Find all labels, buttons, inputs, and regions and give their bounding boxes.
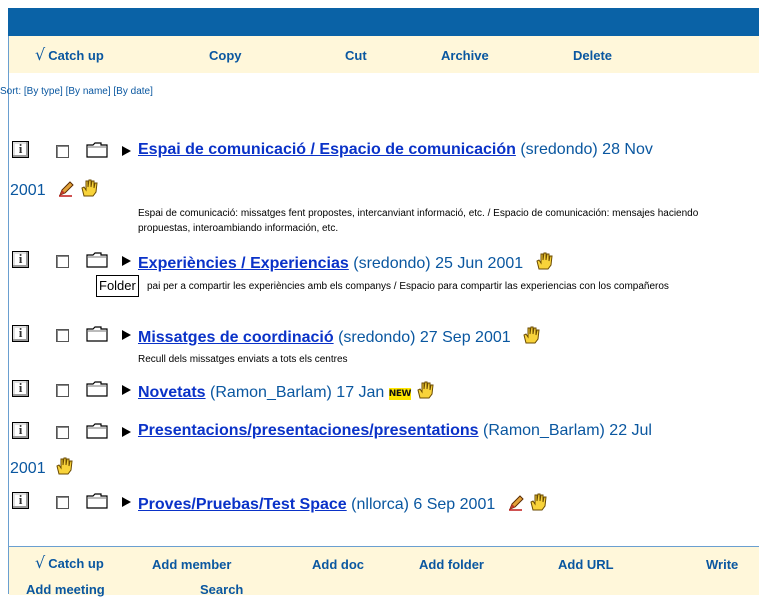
item-meta: (Ramon_Barlam) 22 Jul (483, 422, 652, 439)
triangle-right-icon[interactable] (122, 256, 131, 266)
item-meta: (Ramon_Barlam) 17 Jan (210, 384, 385, 401)
info-icon[interactable]: i (12, 325, 29, 342)
item-meta: (sredondo) 27 Sep 2001 (338, 329, 511, 346)
triangle-right-icon[interactable] (122, 427, 131, 437)
item-meta-continued: 2001 (10, 178, 99, 200)
item-title-link[interactable]: Experiències / Experiencias (138, 255, 349, 272)
item-meta-year: 2001 (10, 182, 46, 199)
hand-icon[interactable] (415, 380, 435, 400)
pen-icon[interactable] (508, 495, 524, 511)
hand-icon[interactable] (54, 456, 74, 476)
add-url-button[interactable]: Add URL (558, 557, 614, 572)
sort-label: Sort: (0, 86, 22, 97)
add-folder-button[interactable]: Add folder (419, 557, 484, 572)
folder-tooltip: Folder (96, 275, 139, 297)
item-meta-continued: 2001 (10, 456, 74, 478)
info-icon[interactable]: i (12, 251, 29, 268)
bottom-toolbar: √ Catch up Add member Add doc Add folder … (9, 546, 759, 597)
top-toolbar: √ Catch up Copy Cut Archive Delete (9, 36, 759, 73)
item-description: Recull dels missatges enviats a tots els… (138, 354, 348, 365)
info-icon[interactable]: i (12, 141, 29, 158)
hand-icon[interactable] (534, 251, 554, 271)
pen-icon[interactable] (58, 181, 74, 197)
catch-up-button-bottom[interactable]: √ Catch up (35, 553, 104, 572)
checkmark-icon: √ (35, 45, 46, 64)
folder-icon (86, 326, 108, 342)
header-blue-strip (8, 8, 759, 36)
item-checkbox[interactable] (56, 255, 69, 268)
item-meta: (nllorca) 6 Sep 2001 (351, 496, 496, 513)
item-title-link[interactable]: Presentacions/presentaciones/presentatio… (138, 422, 479, 439)
folder-icon (86, 252, 108, 268)
folder-icon (86, 423, 108, 439)
checkmark-icon: √ (35, 553, 46, 572)
triangle-right-icon[interactable] (122, 385, 131, 395)
triangle-right-icon[interactable] (122, 146, 131, 156)
delete-button[interactable]: Delete (573, 48, 612, 63)
add-meeting-button[interactable]: Add meeting (26, 582, 105, 597)
item-checkbox[interactable] (56, 329, 69, 342)
archive-button[interactable]: Archive (441, 48, 489, 63)
item-checkbox[interactable] (56, 384, 69, 397)
info-icon[interactable]: i (12, 422, 29, 439)
info-icon[interactable]: i (12, 380, 29, 397)
hand-icon[interactable] (521, 325, 541, 345)
info-icon[interactable]: i (12, 492, 29, 509)
sort-bar: Sort: [By type] [By name] [By date] (0, 86, 153, 97)
search-button[interactable]: Search (200, 582, 243, 597)
item-meta-year: 2001 (10, 460, 46, 477)
item-description: Espai de comunicació: missatges fent pro… (138, 208, 699, 234)
item-description: pai per a compartir les experiències amb… (147, 281, 669, 292)
folder-icon (86, 493, 108, 509)
item-title-link[interactable]: Proves/Pruebas/Test Space (138, 496, 347, 513)
sort-by-date-link[interactable]: [By date] (113, 86, 152, 97)
item-checkbox[interactable] (56, 426, 69, 439)
hand-icon[interactable] (528, 492, 548, 512)
item-checkbox[interactable] (56, 145, 69, 158)
cut-button[interactable]: Cut (345, 48, 367, 63)
sort-by-name-link[interactable]: [By name] (66, 86, 111, 97)
catch-up-label: Catch up (48, 556, 104, 571)
folder-icon (86, 142, 108, 158)
copy-button[interactable]: Copy (209, 48, 242, 63)
catch-up-label: Catch up (48, 48, 104, 63)
header-bar (0, 0, 759, 36)
write-button[interactable]: Write (706, 557, 738, 572)
item-title-link[interactable]: Espai de comunicació / Espacio de comuni… (138, 141, 516, 158)
item-title-link[interactable]: Missatges de coordinació (138, 329, 334, 346)
catch-up-button[interactable]: √ Catch up (35, 45, 104, 64)
item-checkbox[interactable] (56, 496, 69, 509)
hand-icon[interactable] (79, 178, 99, 198)
folder-icon (86, 381, 108, 397)
sort-by-type-link[interactable]: [By type] (24, 86, 63, 97)
add-member-button[interactable]: Add member (152, 557, 231, 572)
triangle-right-icon[interactable] (122, 497, 131, 507)
item-meta: (sredondo) 25 Jun 2001 (353, 255, 524, 272)
add-doc-button[interactable]: Add doc (312, 557, 364, 572)
new-badge: NEW (388, 388, 411, 400)
item-title-link[interactable]: Novetats (138, 384, 206, 401)
triangle-right-icon[interactable] (122, 330, 131, 340)
item-meta: (sredondo) 28 Nov (520, 141, 653, 158)
